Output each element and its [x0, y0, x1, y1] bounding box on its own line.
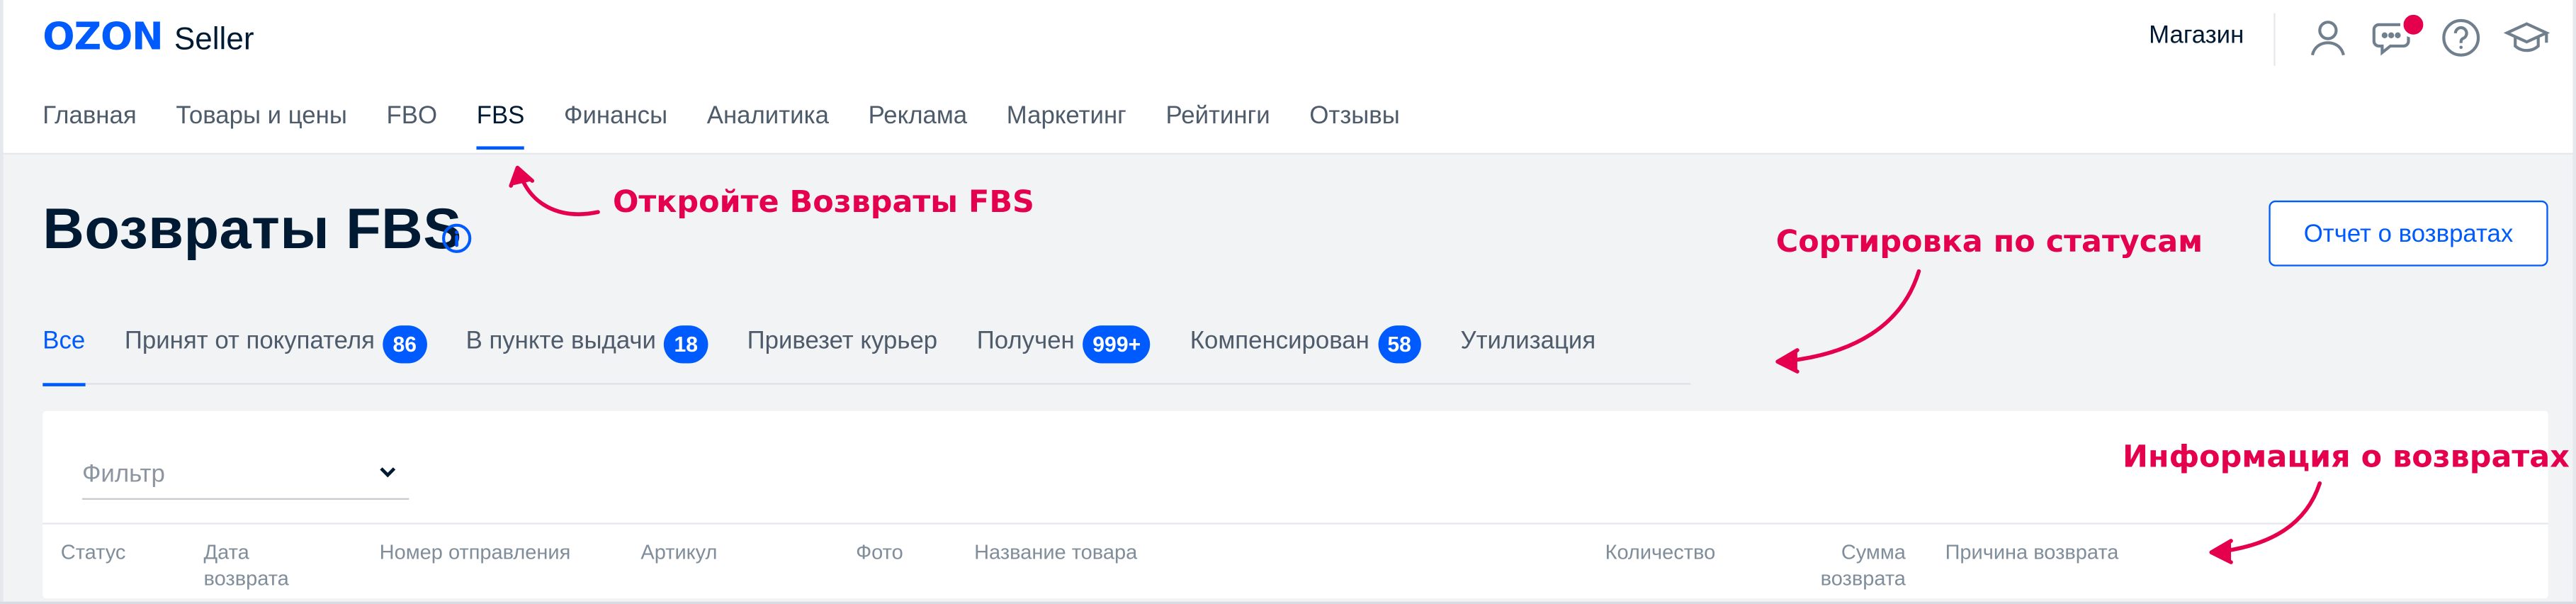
annotation-returns-info: Информация о возвратах	[2123, 440, 2570, 476]
filter-dropdown[interactable]: Фильтр	[81, 457, 409, 500]
tab-courier-delivery[interactable]: Привезет курьер	[747, 327, 938, 384]
count-badge: 999+	[1083, 325, 1151, 364]
education-icon[interactable]	[2504, 16, 2550, 59]
returns-report-button[interactable]: Отчет о возвратах	[2269, 200, 2548, 267]
ozon-seller-logo[interactable]: OZON Seller	[43, 16, 254, 59]
logo-brand: OZON	[43, 16, 164, 60]
annotation-open-returns: Откройте Возвраты FBS	[612, 186, 1034, 220]
column-header-line: Сумма	[1841, 540, 1906, 564]
nav-item-marketing[interactable]: Маркетинг	[1007, 102, 1126, 150]
tab-received[interactable]: Получен 999+	[976, 325, 1151, 384]
column-header-line: Дата	[203, 540, 249, 564]
frame-edge-right	[2572, 0, 2576, 604]
column-header-shipment-number[interactable]: Номер отправления	[380, 539, 571, 566]
tab-label: Утилизация	[1460, 327, 1596, 355]
nav-item-ratings[interactable]: Рейтинги	[1166, 102, 1270, 150]
store-selector[interactable]: Магазин	[2149, 21, 2244, 49]
count-badge: 18	[664, 325, 708, 364]
nav-item-analytics[interactable]: Аналитика	[707, 102, 829, 150]
annotation-sort-by-status: Сортировка по статусам	[1775, 225, 2203, 260]
column-header-return-date[interactable]: Дата возврата	[204, 539, 289, 592]
tab-label: Все	[43, 327, 86, 355]
tab-label: Компенсирован	[1190, 327, 1369, 355]
info-icon[interactable]	[440, 222, 473, 255]
chevron-down-icon	[380, 467, 396, 478]
column-header-line: возврата	[1820, 567, 1906, 591]
returns-table-card	[43, 410, 2548, 599]
tab-compensated[interactable]: Компенсирован 58	[1190, 325, 1421, 384]
tab-label: Получен	[976, 327, 1075, 355]
column-header-return-sum[interactable]: Сумма возврата	[1774, 539, 1906, 592]
nav-item-fbs[interactable]: FBS	[476, 102, 525, 150]
table-divider	[43, 522, 2548, 525]
column-header-photo: Фото	[856, 540, 903, 564]
status-tabs: Все Принят от покупателя 86 В пункте выд…	[43, 325, 1691, 386]
tab-label: В пункте выдачи	[465, 327, 656, 355]
frame-edge-bottom	[0, 600, 2576, 604]
user-icon[interactable]	[2307, 16, 2349, 59]
top-header: OZON Seller Главная Товары и цены FBO FB…	[0, 0, 2576, 155]
tab-accepted-from-buyer[interactable]: Принят от покупателя 86	[124, 325, 426, 384]
notification-dot	[2400, 11, 2427, 38]
tab-label: Принят от покупателя	[124, 327, 375, 355]
column-header-status[interactable]: Статус	[61, 539, 126, 566]
logo-product: Seller	[174, 23, 254, 58]
column-header-return-reason[interactable]: Причина возврата	[1945, 539, 2119, 566]
nav-item-products[interactable]: Товары и цены	[176, 102, 347, 150]
frame-edge-left	[0, 0, 4, 604]
main-nav: Главная Товары и цены FBO FBS Финансы Ан…	[43, 102, 1400, 150]
tab-all[interactable]: Все	[43, 327, 86, 386]
count-badge: 58	[1377, 325, 1421, 364]
header-divider	[2273, 13, 2276, 66]
tab-disposal[interactable]: Утилизация	[1461, 327, 1596, 384]
nav-item-finance[interactable]: Финансы	[564, 102, 667, 150]
nav-item-reviews[interactable]: Отзывы	[1309, 102, 1399, 150]
column-header-product-name[interactable]: Название товара	[974, 539, 1137, 566]
page: OZON Seller Главная Товары и цены FBO FB…	[0, 0, 2576, 604]
tab-label: Привезет курьер	[747, 327, 938, 355]
count-badge: 86	[383, 325, 426, 364]
filter-placeholder: Фильтр	[81, 460, 165, 488]
nav-item-home[interactable]: Главная	[43, 102, 136, 150]
column-header-quantity[interactable]: Количество	[1605, 539, 1716, 566]
column-header-article[interactable]: Артикул	[640, 539, 717, 566]
tab-at-pickup-point[interactable]: В пункте выдачи 18	[465, 325, 708, 384]
column-header-line: возврата	[203, 567, 289, 591]
page-title: Возвраты FBS	[43, 197, 462, 262]
nav-item-ads[interactable]: Реклама	[869, 102, 968, 150]
nav-item-fbo[interactable]: FBO	[387, 102, 438, 150]
help-icon[interactable]	[2440, 16, 2482, 59]
